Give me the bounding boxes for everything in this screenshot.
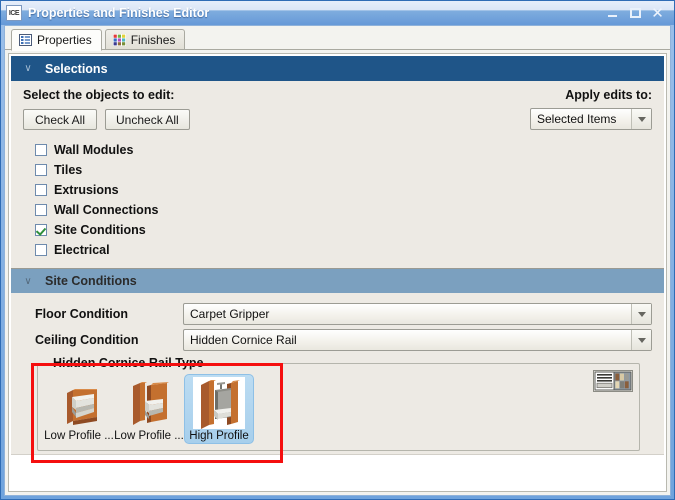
chevron-down-icon: ∨ xyxy=(24,63,32,74)
chevron-down-icon xyxy=(631,109,651,129)
rail-option-label: High Profile xyxy=(189,430,249,442)
palette-icon xyxy=(112,34,126,46)
checkbox-label: Extrusions xyxy=(54,183,119,197)
checkbox-wall-modules[interactable]: Wall Modules xyxy=(35,140,652,160)
panel-bottom-area xyxy=(11,454,664,489)
section-header-site-conditions-label: Site Conditions xyxy=(45,274,137,288)
checkbox-label: Wall Connections xyxy=(54,203,159,217)
title-bar: ICE Properties and Finishes Editor ✕ xyxy=(1,1,674,25)
rail-type-group-wrap: Hidden Cornice Rail Type Low Profile ...… xyxy=(23,356,652,463)
selections-left: Select the objects to edit: Check All Un… xyxy=(23,88,190,130)
rail-type-thumbnail-strip: Low Profile ... Low Profile ... High Pro… xyxy=(44,374,633,444)
tab-properties-label: Properties xyxy=(37,33,92,47)
uncheck-all-button[interactable]: Uncheck All xyxy=(105,109,190,130)
checkbox-label: Site Conditions xyxy=(54,223,146,237)
rail-option-low-profile-2[interactable]: Low Profile ... xyxy=(114,374,184,444)
rail-option-label: Low Profile ... xyxy=(114,430,184,442)
ceiling-condition-value: Hidden Cornice Rail xyxy=(190,333,297,347)
rail-option-label: Low Profile ... xyxy=(44,430,114,442)
checkbox-wall-connections[interactable]: Wall Connections xyxy=(35,200,652,220)
selections-body: Select the objects to edit: Check All Un… xyxy=(11,81,664,268)
section-header-site-conditions[interactable]: ∨ Site Conditions xyxy=(11,268,664,293)
floor-condition-value: Carpet Gripper xyxy=(190,307,270,321)
section-header-selections[interactable]: ∨ Selections xyxy=(11,56,664,81)
chevron-down-icon xyxy=(631,304,651,324)
window-controls: ✕ xyxy=(607,5,664,20)
section-header-selections-label: Selections xyxy=(45,61,108,76)
apply-edits-value: Selected Items xyxy=(537,112,617,126)
tab-finishes[interactable]: Finishes xyxy=(104,29,186,50)
apply-edits-label: Apply edits to: xyxy=(565,88,652,102)
panel-inner: ∨ Selections Select the objects to edit:… xyxy=(11,56,664,489)
site-conditions-body: Floor Condition Carpet Gripper Ceiling C… xyxy=(11,293,664,463)
rail-type-groupbox: Hidden Cornice Rail Type Low Profile ...… xyxy=(37,356,640,451)
tab-finishes-label: Finishes xyxy=(130,33,176,47)
close-icon[interactable]: ✕ xyxy=(651,5,664,20)
minimize-icon[interactable] xyxy=(607,7,620,20)
client-area: Properties Finishes ∨ Selections Select … xyxy=(4,25,671,496)
application-window: ICE Properties and Finishes Editor ✕ Pro… xyxy=(0,0,675,500)
properties-panel: ∨ Selections Select the objects to edit:… xyxy=(8,53,667,492)
rail-type-group-title: Hidden Cornice Rail Type xyxy=(48,356,209,370)
chevron-down-icon: ∨ xyxy=(24,275,32,287)
view-toggle-icon[interactable] xyxy=(593,370,633,392)
selection-buttons: Check All Uncheck All xyxy=(23,109,190,130)
app-icon: ICE xyxy=(6,5,22,21)
check-all-button[interactable]: Check All xyxy=(23,109,97,130)
ceiling-condition-row: Ceiling Condition Hidden Cornice Rail xyxy=(23,327,652,353)
tab-properties[interactable]: Properties xyxy=(11,29,102,51)
window-title: Properties and Finishes Editor xyxy=(28,6,210,20)
checkbox-icon[interactable] xyxy=(35,144,47,156)
checkbox-icon[interactable] xyxy=(35,244,47,256)
checkbox-extrusions[interactable]: Extrusions xyxy=(35,180,652,200)
selections-instruction: Select the objects to edit: xyxy=(23,88,175,102)
rail-option-high-profile[interactable]: High Profile xyxy=(184,374,254,444)
checkbox-checked-icon[interactable] xyxy=(35,224,47,236)
tab-strip: Properties Finishes xyxy=(5,26,670,51)
checkbox-electrical[interactable]: Electrical xyxy=(35,240,652,260)
checkbox-label: Electrical xyxy=(54,243,110,257)
floor-condition-row: Floor Condition Carpet Gripper xyxy=(23,301,652,327)
apply-edits-group: Apply edits to: Selected Items xyxy=(530,88,652,130)
floor-condition-dropdown[interactable]: Carpet Gripper xyxy=(183,303,652,325)
low-profile-rail-icon xyxy=(123,377,175,429)
low-profile-rail-icon xyxy=(53,377,105,429)
ceiling-condition-label: Ceiling Condition xyxy=(35,333,139,347)
apply-edits-dropdown[interactable]: Selected Items xyxy=(530,108,652,130)
object-checkbox-list: Wall Modules Tiles Extrusions Wall Conne… xyxy=(23,140,652,268)
high-profile-rail-icon xyxy=(193,377,245,429)
checkbox-icon[interactable] xyxy=(35,164,47,176)
checkbox-site-conditions[interactable]: Site Conditions xyxy=(35,220,652,240)
chevron-down-icon xyxy=(631,330,651,350)
ceiling-condition-dropdown[interactable]: Hidden Cornice Rail xyxy=(183,329,652,351)
list-icon xyxy=(19,34,32,46)
checkbox-label: Tiles xyxy=(54,163,83,177)
checkbox-icon[interactable] xyxy=(35,204,47,216)
checkbox-tiles[interactable]: Tiles xyxy=(35,160,652,180)
rail-option-low-profile-1[interactable]: Low Profile ... xyxy=(44,374,114,444)
maximize-icon[interactable] xyxy=(629,7,642,20)
selections-top-row: Select the objects to edit: Check All Un… xyxy=(23,88,652,130)
checkbox-label: Wall Modules xyxy=(54,143,134,157)
checkbox-icon[interactable] xyxy=(35,184,47,196)
floor-condition-label: Floor Condition xyxy=(35,307,129,321)
